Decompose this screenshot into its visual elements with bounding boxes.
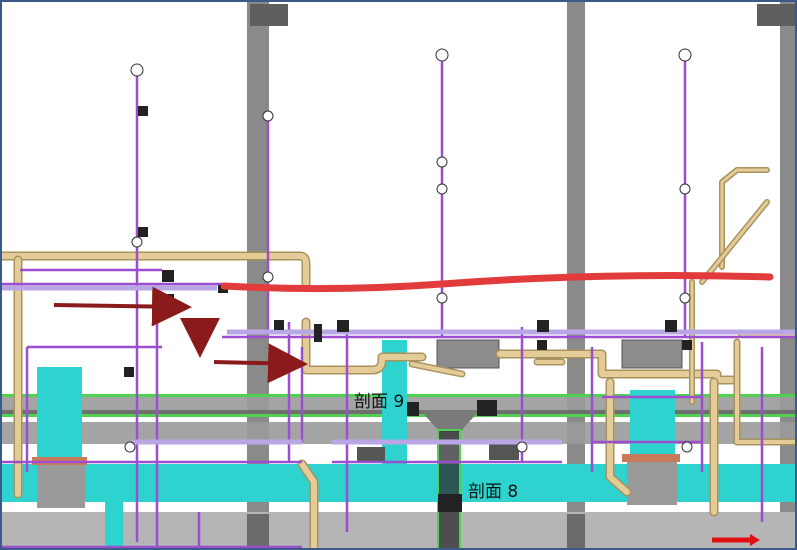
section-label-9: 剖面 9 [354,392,404,412]
drawing-frame: 剖面 9 剖面 8 [0,0,797,550]
bim-pipe-section-drawing: 剖面 9 剖面 8 [2,2,795,548]
section-label-8: 剖面 8 [468,482,518,502]
arrow-right-lower [213,343,308,384]
arrow-right-upper [53,286,192,327]
